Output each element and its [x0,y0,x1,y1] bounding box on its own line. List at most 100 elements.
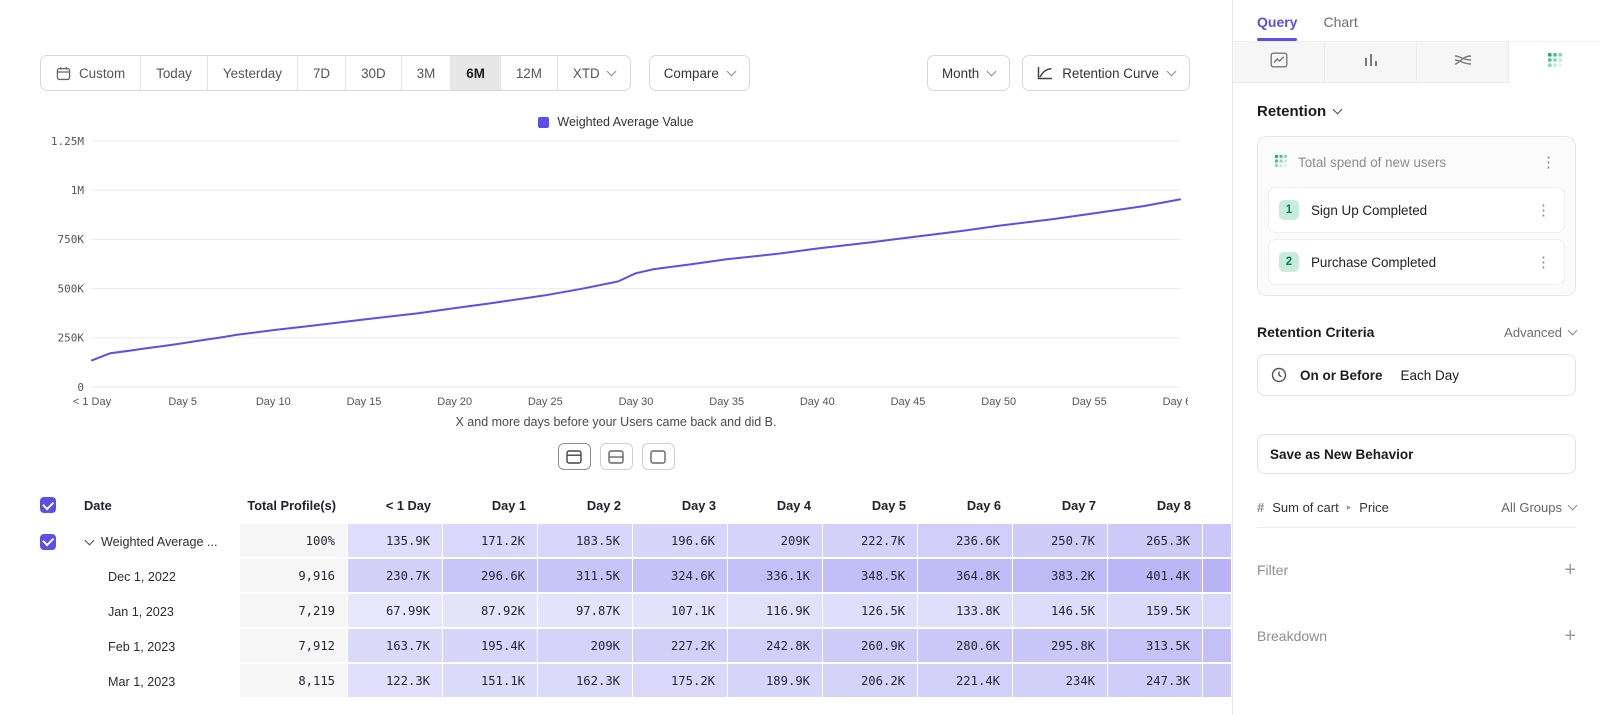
legend-swatch [538,117,549,128]
table-header-row: DateTotal Profile(s)< 1 DayDay 1Day 2Day… [0,486,1232,524]
column-header-day[interactable]: Day 2 [538,486,633,524]
measurement-property-row[interactable]: # Sum of cart ▸ Price All Groups [1257,488,1576,528]
column-header-day[interactable]: Day 3 [633,486,728,524]
chart-type-tab-metrics-chart[interactable] [1233,42,1325,83]
retention-section-header[interactable]: Retention [1257,103,1576,120]
behavior-step[interactable]: 2Purchase Completed⋮ [1268,239,1565,285]
column-header-day[interactable]: Day 7 [1013,486,1108,524]
range-today[interactable]: Today [141,56,208,90]
all-groups-dropdown[interactable]: All Groups [1501,500,1576,515]
retention-value-cell: 162.3K [538,664,633,699]
row-label[interactable]: Jan 1, 2023 [84,594,240,629]
retention-value-cell-clipped [1203,664,1232,699]
granularity-button[interactable]: Month [927,55,1010,91]
retention-value-cell: 171.2K [443,524,538,559]
range-xtd[interactable]: XTD [558,56,630,90]
column-header-day[interactable]: Day 5 [823,486,918,524]
retention-grid-icon [1547,52,1563,73]
caret-right-icon: ▸ [1347,502,1352,513]
retention-value-cell: 196.6K [633,524,728,559]
retention-chart: 1.25M1M750K500K250K0< 1 DayDay 5Day 10Da… [30,129,1232,413]
expand-chevron-icon[interactable] [85,535,95,545]
retention-value-cell: 163.7K [348,629,443,664]
chart-type-tab-retention-grid[interactable] [1509,42,1600,83]
add-filter-button[interactable]: + [1564,560,1576,580]
retention-value-cell: 146.5K [1013,594,1108,629]
x-axis-tick: Day 10 [256,396,291,408]
retention-value-cell: 250.7K [1013,524,1108,559]
kebab-menu-icon[interactable]: ⋮ [1533,201,1554,219]
range-30d[interactable]: 30D [346,56,402,90]
kebab-menu-icon[interactable]: ⋮ [1533,253,1554,271]
retention-value-cell: 175.2K [633,664,728,699]
property-subname: Price [1359,500,1389,515]
column-header-day[interactable]: Day 8 [1108,486,1203,524]
each-day-label: Each Day [1401,368,1460,383]
retention-value-cell-clipped [1203,524,1232,559]
range-label: 7D [313,66,330,81]
x-axis-tick: Day 25 [528,396,563,408]
compare-button[interactable]: Compare [649,55,750,91]
retention-value-cell-clipped [1203,594,1232,629]
retention-value-cell: 107.1K [633,594,728,629]
total-profiles-cell: 100% [240,524,348,559]
layout-full-button[interactable] [642,443,675,470]
row-checkbox-cell [40,629,84,664]
behavior-step[interactable]: 1Sign Up Completed⋮ [1268,187,1565,233]
row-label[interactable]: Feb 1, 2023 [84,629,240,664]
retention-window-control[interactable]: On or Before Each Day [1257,354,1576,396]
chart-type-button[interactable]: Retention Curve [1022,55,1190,91]
x-axis-tick: Day 45 [891,396,926,408]
advanced-dropdown[interactable]: Advanced [1504,325,1576,340]
step-number-badge: 2 [1279,252,1299,272]
column-header-day[interactable]: < 1 Day [348,486,443,524]
behavior-card-header: Total spend of new users ⋮ [1268,147,1565,181]
retention-value-cell: 280.6K [918,629,1013,664]
range-custom[interactable]: Custom [41,56,141,90]
row-checkbox[interactable] [40,534,56,550]
range-yesterday[interactable]: Yesterday [208,56,298,90]
retention-value-cell: 122.3K [348,664,443,699]
retention-value-cell: 227.2K [633,629,728,664]
series-line[interactable] [92,199,1180,360]
y-axis-tick: 500K [58,282,85,295]
tab-query[interactable]: Query [1257,14,1297,41]
save-as-new-behavior-button[interactable]: Save as New Behavior [1257,434,1576,474]
table-row: Weighted Average ...100%135.9K171.2K183.… [0,524,1232,559]
spacer [0,559,40,594]
retention-value-cell: 126.5K [823,594,918,629]
chart-type-tab-flow-chart[interactable] [1417,42,1509,83]
row-label[interactable]: Weighted Average ... [84,524,240,559]
column-header-date[interactable]: Date [84,486,240,524]
range-12m[interactable]: 12M [501,56,558,90]
add-breakdown-button[interactable]: + [1564,626,1576,646]
x-axis-tick: Day 35 [709,396,744,408]
x-axis-tick: Day 5 [168,396,197,408]
column-header-total[interactable]: Total Profile(s) [240,486,348,524]
chart-type-tab-bar-chart[interactable] [1325,42,1417,83]
layout-half-rows-button[interactable] [600,443,633,470]
column-header-day[interactable]: Day 6 [918,486,1013,524]
column-header-day[interactable]: Day 1 [443,486,538,524]
bar-chart-icon [1363,52,1379,73]
kebab-menu-icon[interactable]: ⋮ [1538,153,1559,171]
retention-value-cell: 87.92K [443,594,538,629]
behavior-title: Total spend of new users [1298,155,1446,170]
row-label-text: Mar 1, 2023 [108,675,175,689]
layout-split-rows-button[interactable] [558,443,591,470]
retention-value-cell: 209K [538,629,633,664]
tab-chart[interactable]: Chart [1323,14,1357,41]
chart-caption: X and more days before your Users came b… [0,415,1232,429]
row-label[interactable]: Dec 1, 2022 [84,559,240,594]
row-label[interactable]: Mar 1, 2023 [84,664,240,699]
select-all-checkbox[interactable] [40,497,56,513]
column-header-day[interactable]: Day 4 [728,486,823,524]
range-3m[interactable]: 3M [402,56,452,90]
range-6m[interactable]: 6M [451,56,501,90]
app-root: CustomTodayYesterday 7D 30D3M6M12MXTD Comp… [0,0,1600,715]
sidebar-body: Retention Total spend of new users ⋮ 1Si… [1233,103,1600,646]
range-7d[interactable]: 7D [298,56,346,90]
table-row: Feb 1, 20237,912163.7K195.4K209K227.2K24… [0,629,1232,664]
property-name: Sum of cart [1272,500,1338,515]
x-axis-tick: Day 20 [437,396,472,408]
